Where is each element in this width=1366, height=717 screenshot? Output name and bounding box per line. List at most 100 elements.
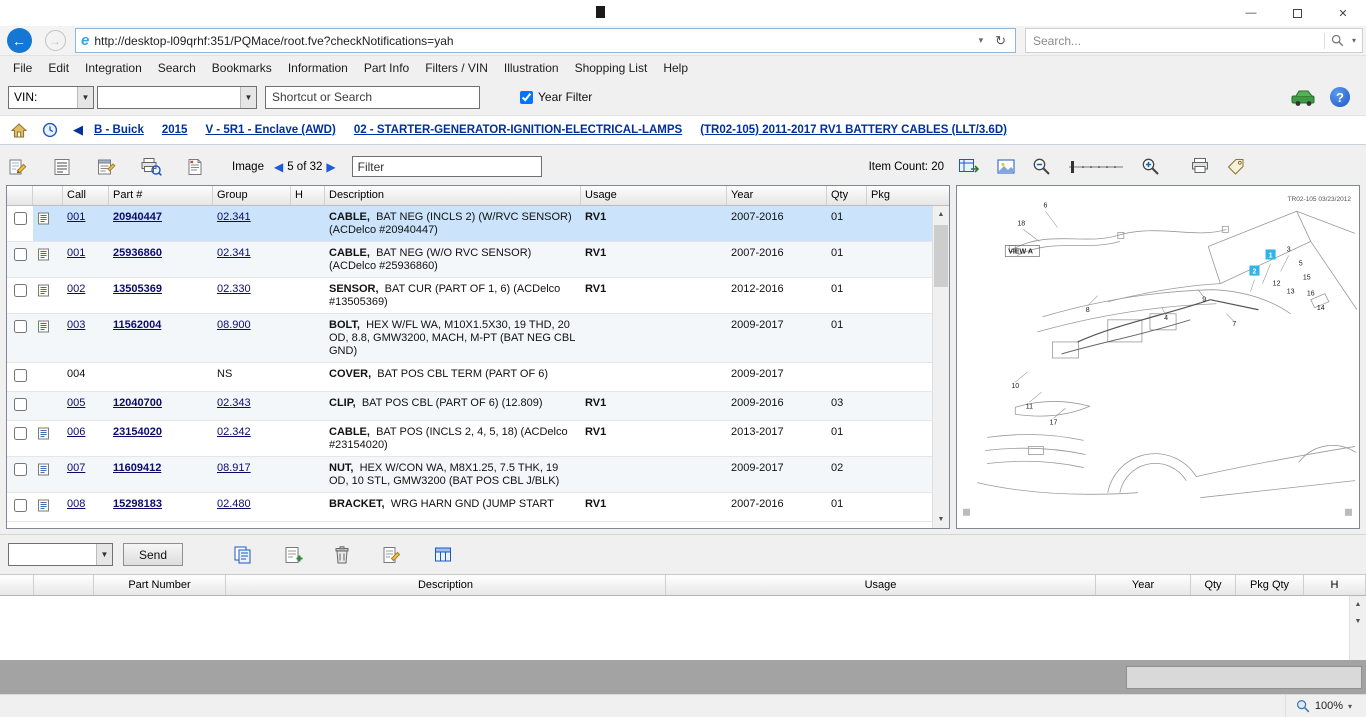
address-dropdown-icon[interactable]: ▾	[976, 35, 987, 46]
table-row[interactable]: 008 15298183 02.480 BRACKET, WRG HARN GN…	[7, 493, 932, 522]
row-checkbox[interactable]	[14, 369, 27, 382]
next-image-button[interactable]: ▶	[322, 160, 339, 174]
call-link[interactable]: 008	[67, 498, 85, 510]
breadcrumb-back-icon[interactable]: ◀	[73, 122, 83, 138]
back-button[interactable]: ←	[3, 27, 35, 55]
search-dropdown-icon[interactable]: ▾	[1350, 36, 1362, 45]
shopping-list-scrollbar[interactable]: ▲ ▼	[1349, 596, 1366, 660]
edit-notes-button[interactable]	[6, 155, 30, 179]
scroll-down-icon[interactable]: ▼	[933, 511, 949, 528]
bottom-horizontal-scrollbar[interactable]	[1126, 666, 1362, 689]
row-checkbox[interactable]	[14, 248, 27, 261]
url-input[interactable]	[94, 34, 970, 48]
header-pkg[interactable]: Pkg	[867, 186, 949, 205]
group-link[interactable]: 02.480	[217, 498, 251, 510]
search-icon[interactable]	[1325, 34, 1350, 47]
row-checkbox[interactable]	[14, 499, 27, 512]
table-row[interactable]: 005 12040700 02.343 CLIP, BAT POS CBL (P…	[7, 392, 932, 421]
zoom-control[interactable]: 100% ▾	[1285, 695, 1366, 717]
vin-value-combo-caret-icon[interactable]: ▼	[240, 87, 256, 108]
header-year[interactable]: Year	[727, 186, 827, 205]
menu-filters-vin[interactable]: Filters / VIN	[417, 58, 496, 78]
list-scroll-up-icon[interactable]: ▲	[1350, 596, 1366, 613]
part-info-icon[interactable]	[37, 431, 50, 443]
vin-combo[interactable]: VIN: ▼	[8, 86, 94, 109]
part-number-link[interactable]: 11609412	[113, 462, 161, 474]
table-row[interactable]: 003 11562004 08.900 BOLT, HEX W/FL WA, M…	[7, 314, 932, 363]
bh-qty[interactable]: Qty	[1191, 575, 1236, 595]
send-target-caret-icon[interactable]: ▼	[96, 544, 112, 565]
call-link[interactable]: 005	[67, 397, 85, 409]
part-number-link[interactable]: 15298183	[113, 498, 162, 510]
image-view-button[interactable]	[994, 155, 1018, 179]
header-qty[interactable]: Qty	[827, 186, 867, 205]
call-link[interactable]: 004	[67, 368, 85, 380]
tag-button[interactable]	[1224, 155, 1248, 178]
scroll-thumb[interactable]	[934, 225, 948, 287]
group-link[interactable]: 02.330	[217, 283, 251, 295]
part-info-icon[interactable]	[37, 252, 50, 264]
menu-part-info[interactable]: Part Info	[356, 58, 417, 78]
refresh-icon[interactable]: ↻	[991, 33, 1010, 49]
maximize-button[interactable]	[1274, 0, 1320, 26]
prev-image-button[interactable]: ◀	[270, 160, 287, 174]
list-scroll-down-icon[interactable]: ▼	[1350, 613, 1366, 630]
search-input[interactable]	[1026, 34, 1324, 48]
table-row[interactable]: 001 20940447 02.341 CABLE, BAT NEG (INCL…	[7, 206, 932, 242]
bh-part-number[interactable]: Part Number	[94, 575, 226, 595]
menu-illustration[interactable]: Illustration	[496, 58, 567, 78]
group-link[interactable]: 08.917	[217, 462, 251, 474]
part-number-link[interactable]: 20940447	[113, 211, 162, 223]
part-number-link[interactable]: 11562004	[113, 319, 161, 331]
menu-file[interactable]: File	[5, 58, 40, 78]
row-checkbox[interactable]	[14, 463, 27, 476]
part-info-icon[interactable]	[37, 324, 50, 336]
search-box[interactable]: ▾	[1025, 28, 1363, 53]
shortcut-search-input[interactable]	[265, 86, 480, 109]
table-row[interactable]: 002 13505369 02.330 SENSOR, BAT CUR (PAR…	[7, 278, 932, 314]
header-group[interactable]: Group	[213, 186, 291, 205]
minimize-button[interactable]: —	[1228, 0, 1274, 26]
row-checkbox[interactable]	[14, 284, 27, 297]
vehicle-print-button[interactable]	[1288, 85, 1318, 109]
call-link[interactable]: 002	[67, 283, 85, 295]
call-link[interactable]: 007	[67, 462, 85, 474]
menu-edit[interactable]: Edit	[40, 58, 77, 78]
illustration-frame[interactable]: TR02-105 03/23/2012 VIEW A 6188947123512…	[956, 185, 1360, 529]
breadcrumb-make[interactable]: B - Buick	[94, 124, 144, 136]
table-row[interactable]: 001 25936860 02.341 CABLE, BAT NEG (W/O …	[7, 242, 932, 278]
filter-input[interactable]	[352, 156, 542, 177]
table-row[interactable]: 004 NS COVER, BAT POS CBL TERM (PART OF …	[7, 363, 932, 392]
bh-year[interactable]: Year	[1096, 575, 1191, 595]
menu-bookmarks[interactable]: Bookmarks	[204, 58, 280, 78]
header-call[interactable]: Call	[63, 186, 109, 205]
group-link[interactable]: 02.343	[217, 397, 251, 409]
zoom-slider[interactable]	[1065, 157, 1127, 177]
menu-information[interactable]: Information	[280, 58, 356, 78]
bh-h[interactable]: H	[1304, 575, 1366, 595]
header-h[interactable]: H	[291, 186, 325, 205]
copy-document-button[interactable]	[184, 155, 206, 179]
bh-usage[interactable]: Usage	[666, 575, 1096, 595]
year-filter[interactable]: Year Filter	[520, 90, 592, 104]
group-link[interactable]: 02.341	[217, 211, 251, 223]
history-icon[interactable]	[40, 120, 60, 140]
vin-value-combo[interactable]: ▼	[97, 86, 257, 109]
vin-combo-caret-icon[interactable]: ▼	[77, 87, 93, 108]
header-part[interactable]: Part #	[109, 186, 213, 205]
group-link[interactable]: 08.900	[217, 319, 251, 331]
bh-description[interactable]: Description	[226, 575, 666, 595]
add-note-button[interactable]	[94, 155, 118, 179]
part-number-link[interactable]: 25936860	[113, 247, 162, 259]
menu-search[interactable]: Search	[150, 58, 204, 78]
table-row[interactable]: 007 11609412 08.917 NUT, HEX W/CON WA, M…	[7, 457, 932, 493]
table-row[interactable]: 006 23154020 02.342 CABLE, BAT POS (INCL…	[7, 421, 932, 457]
forward-button[interactable]: →	[39, 27, 71, 55]
menu-help[interactable]: Help	[655, 58, 696, 78]
zoom-caret-icon[interactable]: ▾	[1348, 702, 1352, 711]
part-number-link[interactable]: 12040700	[113, 397, 162, 409]
header-usage[interactable]: Usage	[581, 186, 727, 205]
breadcrumb-section[interactable]: 02 - STARTER-GENERATOR-IGNITION-ELECTRIC…	[354, 124, 682, 136]
close-button[interactable]: ✕	[1320, 0, 1366, 26]
breadcrumb-model[interactable]: V - 5R1 - Enclave (AWD)	[205, 124, 335, 136]
